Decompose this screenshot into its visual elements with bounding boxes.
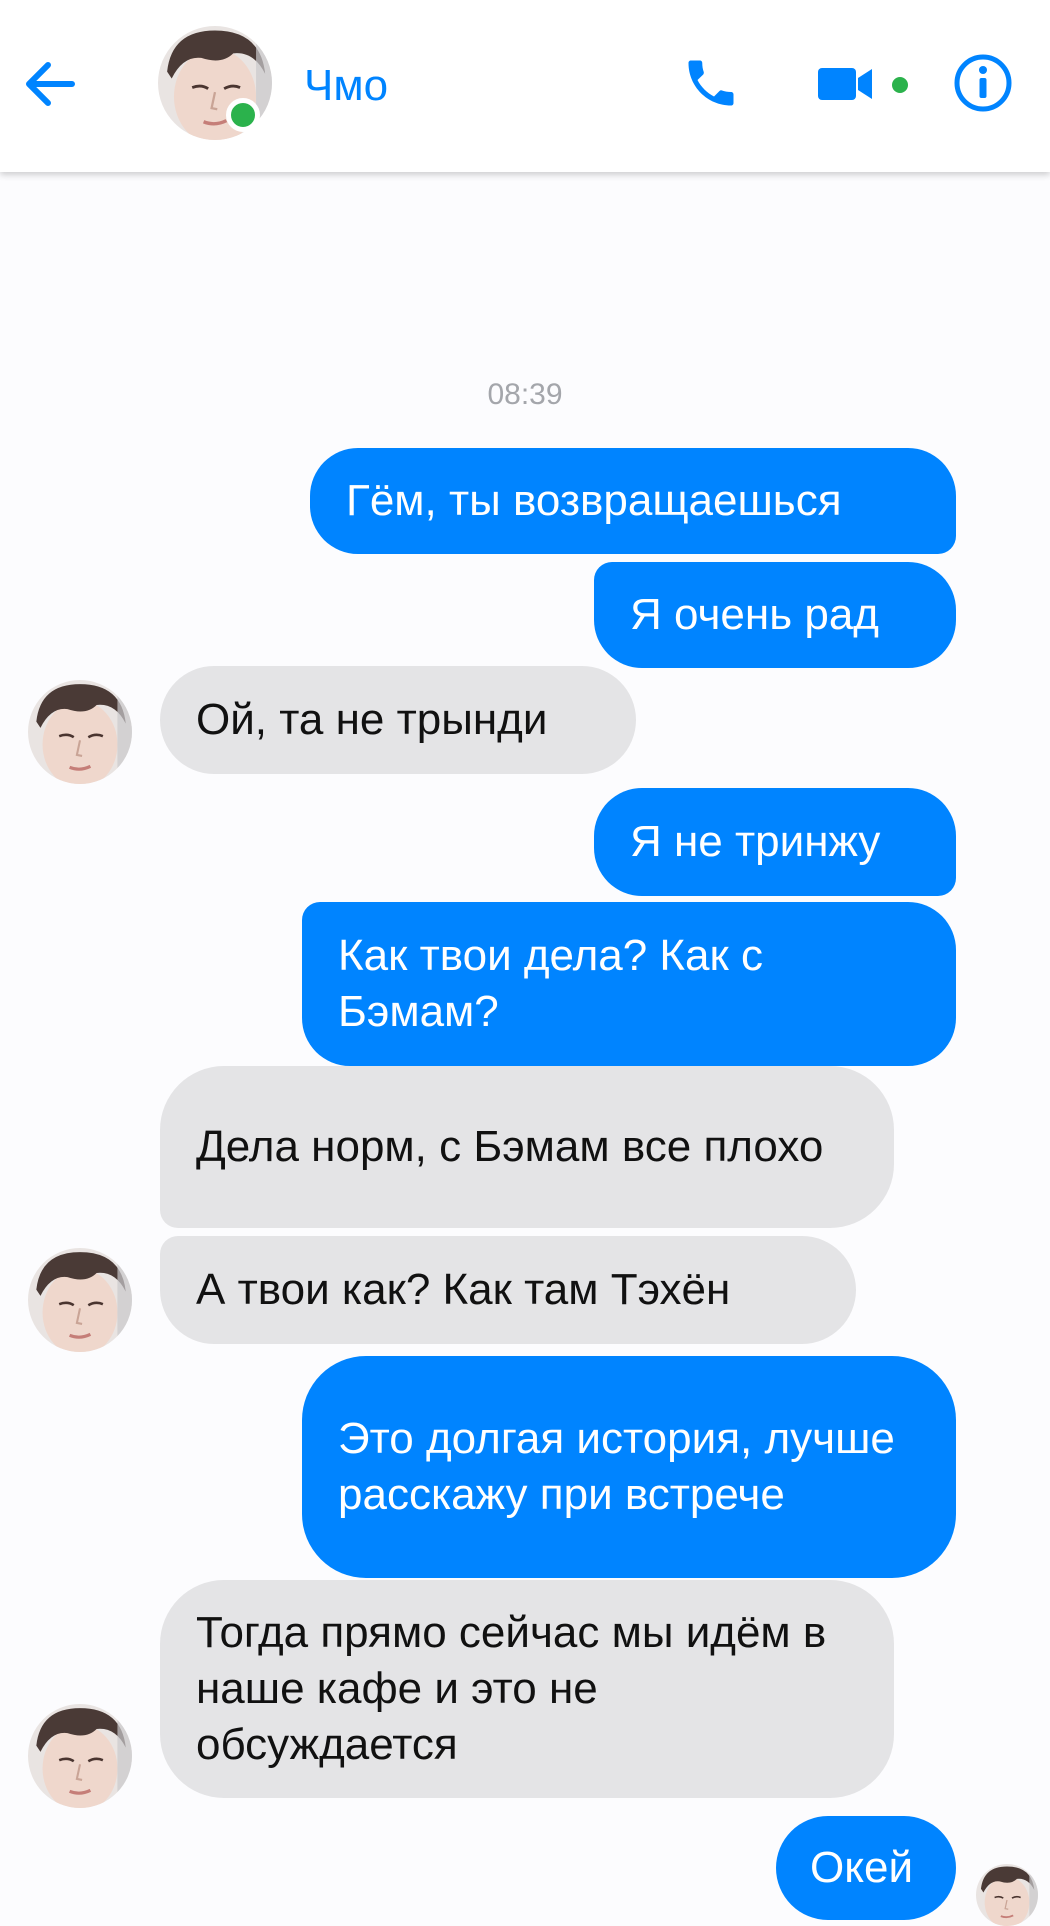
outgoing-message[interactable]: Как твои дела? Как с Бэмам? [302, 902, 956, 1066]
sender-avatar[interactable] [28, 1248, 132, 1352]
info-icon [953, 53, 1013, 118]
back-button[interactable] [18, 58, 82, 114]
incoming-message[interactable]: Тогда прямо сейчас мы идём в наше кафе и… [160, 1580, 894, 1798]
outgoing-message[interactable]: Гём, ты возвращаешься [310, 448, 956, 554]
outgoing-message[interactable]: Окей [776, 1816, 956, 1920]
incoming-message[interactable]: А твои как? Как там Тэхён [160, 1236, 856, 1344]
sender-avatar[interactable] [28, 1704, 132, 1808]
video-status-dot [892, 77, 908, 93]
sender-avatar[interactable] [28, 680, 132, 784]
video-camera-icon [816, 64, 874, 109]
outgoing-message[interactable]: Я не тринжу [594, 788, 956, 896]
seen-indicator-avatar [976, 1864, 1038, 1926]
outgoing-message[interactable]: Я очень рад [594, 562, 956, 668]
message-timestamp: 08:39 [487, 378, 563, 411]
info-button[interactable] [950, 52, 1016, 118]
outgoing-message[interactable]: Это долгая история, лучше расскажу при в… [302, 1356, 956, 1578]
voice-call-button[interactable] [678, 52, 744, 118]
incoming-message[interactable]: Дела норм, с Бэмам все плохо [160, 1066, 894, 1228]
incoming-message[interactable]: Ой, та не трынди [160, 666, 636, 774]
phone-icon [681, 53, 741, 118]
contact-name[interactable]: Чмо [304, 60, 388, 112]
video-call-button[interactable] [808, 58, 882, 114]
chat-header: Чмо [0, 0, 1050, 172]
online-status-indicator [226, 98, 260, 132]
arrow-left-icon [24, 61, 76, 112]
